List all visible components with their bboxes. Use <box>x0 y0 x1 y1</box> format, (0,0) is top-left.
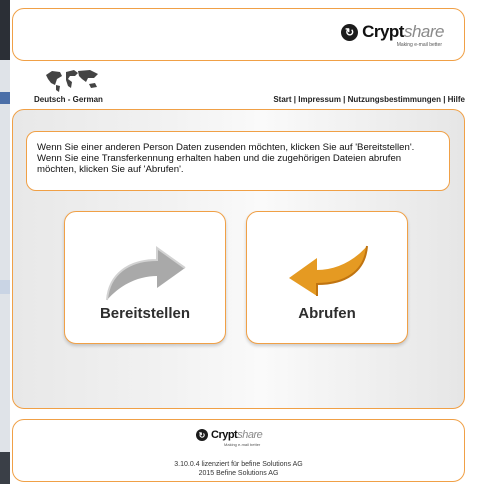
footer-logo-tagline: Making e-mail better <box>224 442 261 447</box>
footer-version: 3.10.0.4 lizenziert für befine Solutions… <box>174 461 303 468</box>
logo-tagline: Making e-mail better <box>396 42 442 48</box>
header-card: ↻ Cryptshare Making e-mail better <box>12 8 465 61</box>
footer-cryptshare-logo[interactable]: ↻ Cryptshare Making e-mail better <box>196 429 263 447</box>
gray-curved-arrow-icon <box>106 246 186 301</box>
nav-link-help[interactable]: Hilfe <box>448 95 465 104</box>
top-navigation: Start | Impressum | Nutzungsbestimmungen… <box>273 95 465 104</box>
provide-button-label: Bereitstellen <box>99 305 191 322</box>
nav-separator: | <box>440 95 448 104</box>
nav-separator: | <box>340 95 348 104</box>
language-selector[interactable]: Deutsch - German <box>34 95 103 104</box>
orange-curved-arrow-icon <box>289 245 368 296</box>
info-box: Wenn Sie einer anderen Person Daten zuse… <box>26 131 450 191</box>
nav-link-start[interactable]: Start <box>273 95 291 104</box>
background-dark-strip <box>0 0 10 60</box>
nav-link-impressum[interactable]: Impressum <box>298 95 341 104</box>
background-blue-strip <box>0 92 10 104</box>
footer-wordmark: Cryptshare <box>211 429 263 441</box>
footer-logo-icon: ↻ <box>196 429 208 441</box>
cryptshare-logo-icon: ↻ <box>341 23 359 41</box>
retrieve-button-label: Abrufen <box>298 305 356 322</box>
retrieve-button[interactable]: Abrufen <box>246 211 408 344</box>
background-light-strip <box>0 280 10 294</box>
footer-copyright: 2015 Befine Solutions AG <box>198 470 279 477</box>
info-text: Wenn Sie einer anderen Person Daten zuse… <box>37 142 415 175</box>
background-window-edge <box>0 0 10 484</box>
cryptshare-wordmark: Cryptshare <box>362 22 444 41</box>
provide-button[interactable]: Bereitstellen <box>64 211 226 344</box>
footer-card: ↻ Cryptshare Making e-mail better 3.10.0… <box>12 419 465 482</box>
world-map-icon[interactable] <box>42 67 102 98</box>
background-dark-strip-bottom <box>0 452 10 484</box>
cryptshare-logo[interactable]: ↻ Cryptshare Making e-mail better <box>341 22 445 48</box>
nav-link-terms[interactable]: Nutzungsbestimmungen <box>348 95 441 104</box>
